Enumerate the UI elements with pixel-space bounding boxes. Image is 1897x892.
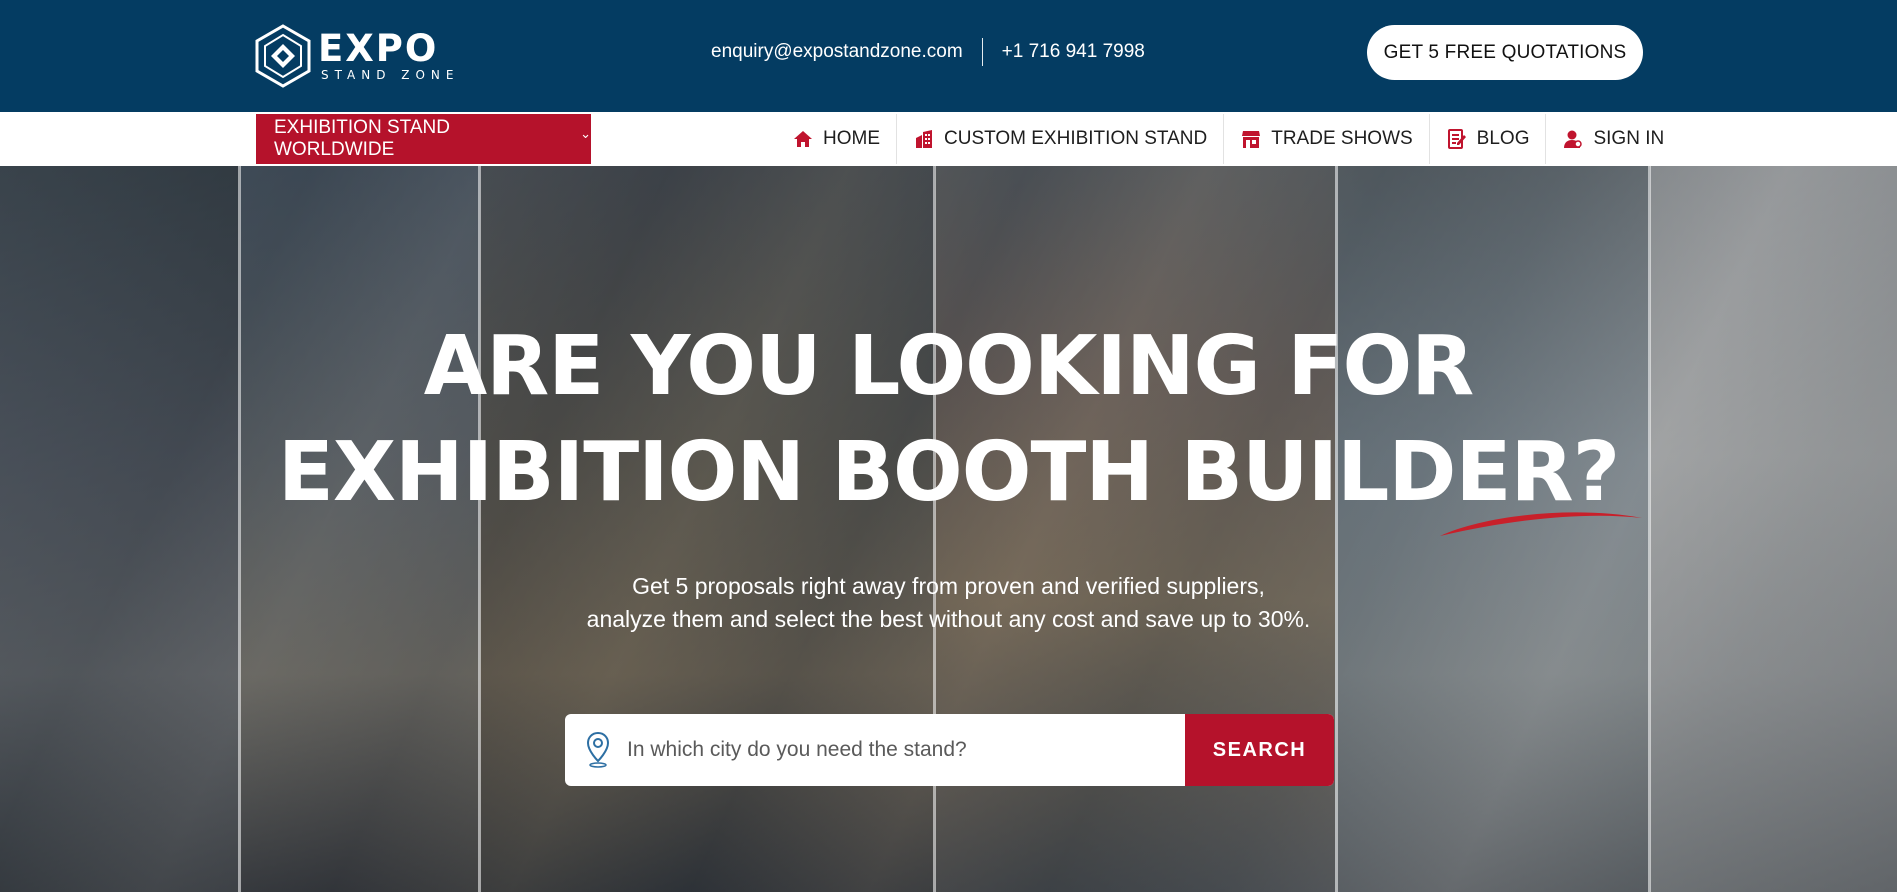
hero-subtitle-line-2: analyze them and select the best without… bbox=[586, 606, 1311, 632]
nav-item-blog[interactable]: BLOG bbox=[1430, 114, 1547, 164]
nav-label-home: HOME bbox=[823, 128, 880, 149]
collage-divider bbox=[1335, 166, 1338, 892]
location-pin-icon bbox=[565, 714, 621, 786]
hero-subtitle: Get 5 proposals right away from proven a… bbox=[0, 570, 1897, 636]
home-icon bbox=[792, 128, 814, 150]
store-icon bbox=[1240, 128, 1262, 150]
hero-section: ARE YOU LOOKING FOR EXHIBITION BOOTH BUI… bbox=[0, 166, 1897, 892]
top-header: EXPO STAND ZONE enquiry@expostandzone.co… bbox=[0, 0, 1897, 112]
logo-emblem-icon bbox=[255, 24, 311, 88]
collage-divider bbox=[238, 166, 241, 892]
logo-tagline: STAND ZONE bbox=[321, 67, 460, 82]
get-quotations-button[interactable]: GET 5 FREE QUOTATIONS bbox=[1367, 25, 1643, 80]
city-search-bar: SEARCH bbox=[565, 714, 1334, 786]
collage-panel bbox=[240, 166, 480, 892]
nav-label-sign-in: SIGN IN bbox=[1593, 128, 1665, 149]
search-button[interactable]: SEARCH bbox=[1185, 714, 1334, 786]
collage-panel bbox=[1650, 166, 1897, 892]
red-swoosh-decoration bbox=[1440, 512, 1642, 536]
blog-icon bbox=[1446, 128, 1468, 150]
phone-link[interactable]: +1 716 941 7998 bbox=[1002, 41, 1145, 63]
site-logo[interactable]: EXPO STAND ZONE bbox=[254, 24, 459, 88]
city-search-input[interactable] bbox=[621, 714, 1185, 786]
hero-title-line-1: ARE YOU LOOKING FOR bbox=[423, 319, 1475, 414]
chevron-down-icon: ⌄ bbox=[580, 126, 591, 141]
exhibition-stand-worldwide-dropdown[interactable]: EXHIBITION STAND WORLDWIDE ⌄ bbox=[256, 114, 591, 164]
hero-title-line-2: EXHIBITION BOOTH BUILDER? bbox=[277, 425, 1620, 520]
nav-item-sign-in[interactable]: SIGN IN bbox=[1546, 114, 1680, 164]
nav-label-blog: BLOG bbox=[1476, 128, 1530, 149]
nav-item-custom-exhibition-stand[interactable]: CUSTOM EXHIBITION STAND bbox=[897, 114, 1225, 164]
collage-panel bbox=[0, 166, 240, 892]
building-icon bbox=[913, 128, 935, 150]
main-navigation: EXHIBITION STAND WORLDWIDE ⌄ HOME CUSTOM… bbox=[0, 112, 1897, 166]
email-link[interactable]: enquiry@expostandzone.com bbox=[711, 41, 963, 63]
logo-wordmark: EXPO bbox=[318, 26, 439, 70]
contact-info: enquiry@expostandzone.com +1 716 941 799… bbox=[711, 38, 1145, 66]
dropdown-label: EXHIBITION STAND WORLDWIDE bbox=[274, 117, 450, 160]
collage-divider bbox=[1648, 166, 1651, 892]
nav-item-trade-shows[interactable]: TRADE SHOWS bbox=[1224, 114, 1430, 164]
user-icon bbox=[1562, 128, 1584, 150]
nav-label-trade-shows: TRADE SHOWS bbox=[1271, 128, 1413, 149]
hero-subtitle-line-1: Get 5 proposals right away from proven a… bbox=[632, 573, 1265, 599]
hero-title: ARE YOU LOOKING FOR EXHIBITION BOOTH BUI… bbox=[0, 314, 1897, 526]
nav-label-custom-exhibition-stand: CUSTOM EXHIBITION STAND bbox=[944, 128, 1208, 149]
collage-divider bbox=[478, 166, 481, 892]
nav-item-home[interactable]: HOME bbox=[776, 114, 897, 164]
contact-divider bbox=[981, 38, 983, 66]
